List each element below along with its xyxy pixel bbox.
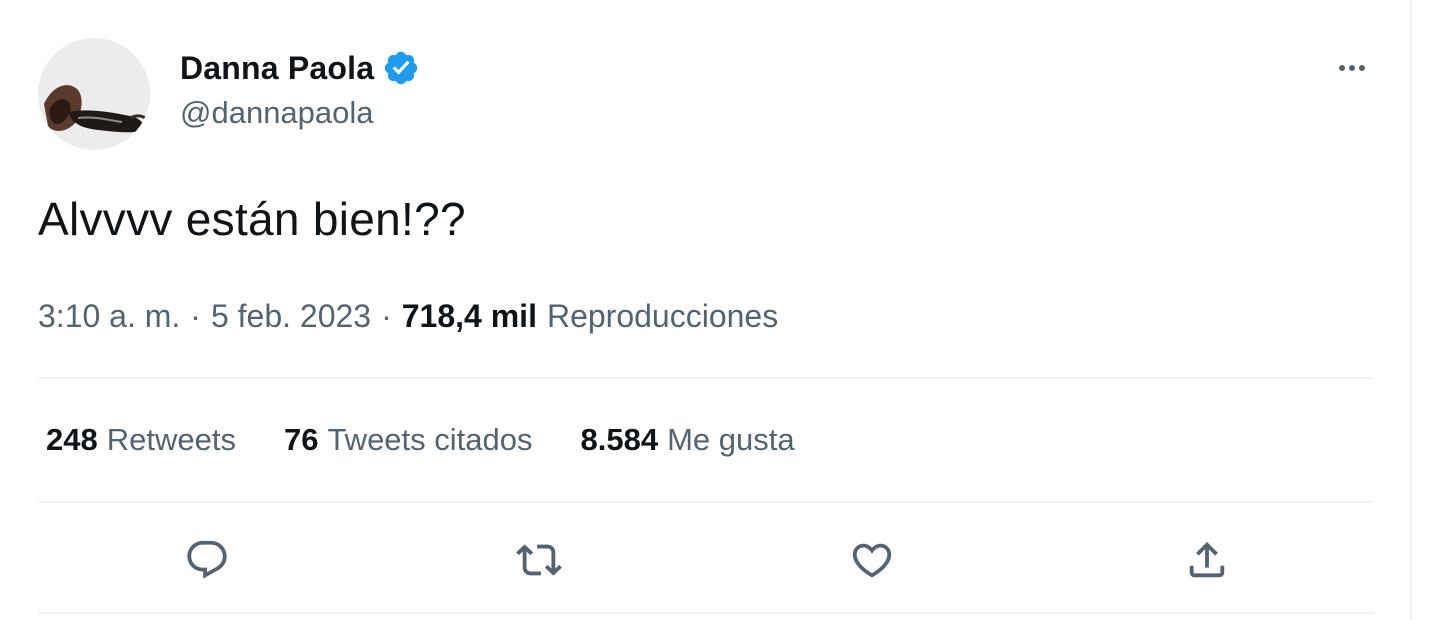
meta-separator: · <box>381 297 392 334</box>
tweet-card: Danna Paola @dannapaola Alvvvv están bie… <box>0 0 1410 620</box>
divider <box>38 501 1374 503</box>
author-handle[interactable]: @dannapaola <box>180 95 374 131</box>
share-button[interactable] <box>1181 534 1233 586</box>
tweet-time[interactable]: 3:10 a. m. <box>38 298 180 335</box>
retweets-label: Retweets <box>106 422 236 457</box>
likes-label: Me gusta <box>667 422 795 457</box>
tweet-text: Alvvvv están bien!?? <box>38 193 466 245</box>
meta-separator: · <box>190 297 201 334</box>
author-display-name[interactable]: Danna Paola <box>180 50 374 87</box>
share-icon <box>1189 541 1225 578</box>
divider <box>38 612 1374 614</box>
retweet-icon <box>516 544 562 576</box>
like-icon <box>852 543 892 578</box>
tweet-meta: 3:10 a. m. · 5 feb. 2023 · 718,4 mil Rep… <box>38 294 778 338</box>
tweet-stats: 248 Retweets 76 Tweets citados 8.584 Me … <box>46 418 795 462</box>
more-options-button[interactable] <box>1326 50 1378 86</box>
views-label: Reproducciones <box>546 297 779 334</box>
author-name-row: Danna Paola <box>180 46 420 90</box>
column-border <box>1410 0 1412 620</box>
likes-count: 8.584 <box>580 422 659 457</box>
retweets-count: 248 <box>46 422 98 457</box>
reply-button[interactable] <box>181 534 233 586</box>
reply-icon <box>187 540 227 579</box>
quote-tweets-count: 76 <box>283 422 319 457</box>
tweet-date[interactable]: 5 feb. 2023 <box>211 298 371 335</box>
avatar[interactable] <box>38 38 150 150</box>
quote-tweets-stat[interactable]: 76 Tweets citados <box>284 422 533 458</box>
divider <box>38 377 1374 379</box>
like-button[interactable] <box>846 534 898 586</box>
more-dots-icon <box>1339 65 1345 71</box>
avatar-photo <box>38 38 150 150</box>
retweet-button[interactable] <box>513 534 565 586</box>
likes-stat[interactable]: 8.584 Me gusta <box>581 422 795 458</box>
retweets-stat[interactable]: 248 Retweets <box>46 422 236 458</box>
verified-badge-icon[interactable] <box>382 49 420 87</box>
views-count: 718,4 mil <box>401 297 537 334</box>
quote-tweets-label: Tweets citados <box>327 422 533 457</box>
